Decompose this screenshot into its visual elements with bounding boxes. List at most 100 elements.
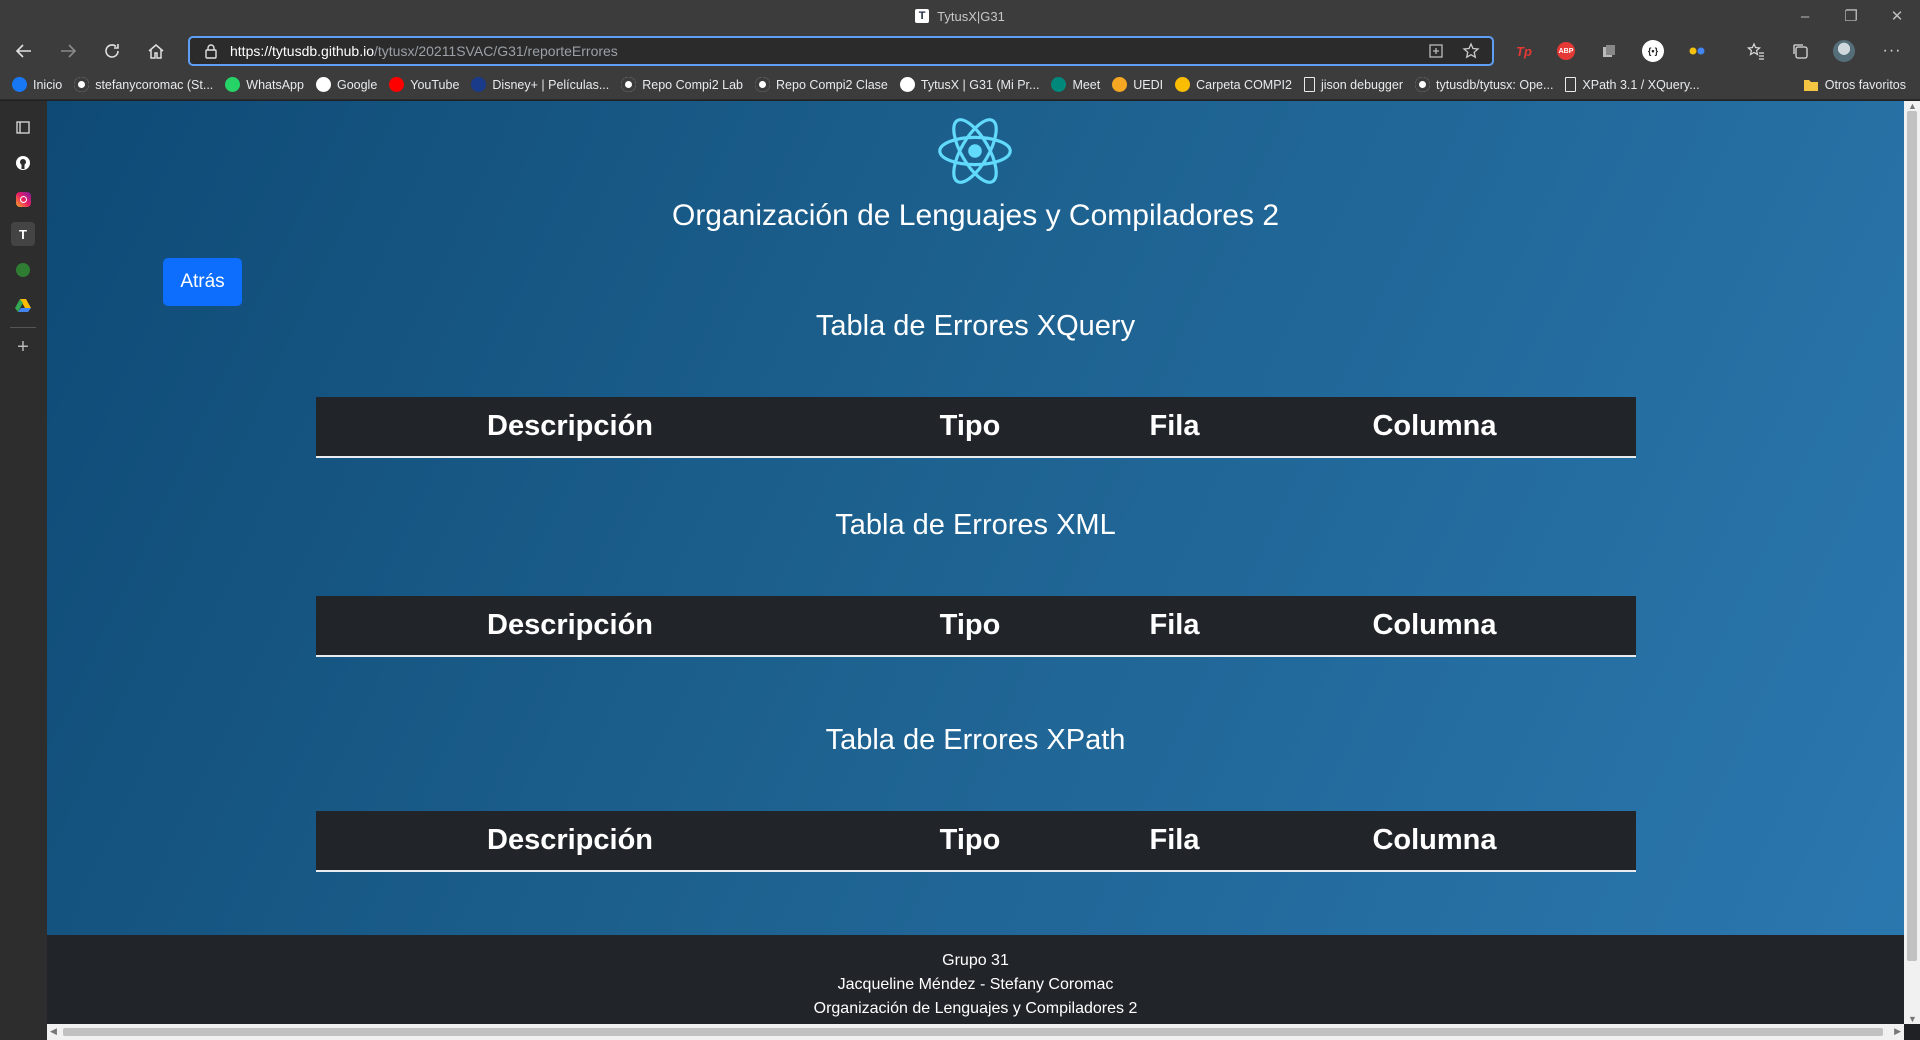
- scroll-right-icon[interactable]: ▶: [1894, 1026, 1901, 1037]
- bookmark-item[interactable]: Disney+ | Películas...: [471, 77, 609, 92]
- footer-course: Organización de Lenguajes y Compiladores…: [813, 1000, 1138, 1017]
- table-header-row: Descripción Tipo Fila Columna: [316, 397, 1636, 457]
- add-favorite-star-icon[interactable]: [1462, 42, 1480, 60]
- drive-icon: [1175, 77, 1191, 92]
- extension-json-icon[interactable]: {•}: [1641, 40, 1665, 62]
- column-header-descripcion: Descripción: [487, 609, 653, 641]
- bookmark-label: Repo Compi2 Lab: [642, 77, 744, 92]
- bookmark-label: stefanycoromac (St...: [95, 77, 214, 92]
- whatsapp-icon: [225, 77, 241, 92]
- forward-nav-button[interactable]: [48, 35, 88, 67]
- sidebar-tytus-icon[interactable]: T: [11, 222, 35, 246]
- app-available-icon[interactable]: [1428, 43, 1444, 59]
- column-header-columna: Columna: [1372, 410, 1497, 442]
- arrow-left-icon: [15, 44, 31, 58]
- bookmark-label: Carpeta COMPI2: [1196, 77, 1292, 92]
- url-path: /tytusx/20211SVAC/G31/reporteErrores: [373, 43, 618, 59]
- window-title: TytusX|G31: [937, 8, 1005, 24]
- home-button[interactable]: [136, 35, 176, 67]
- bookmark-item[interactable]: stefanycoromac (St...: [74, 77, 213, 92]
- reload-icon: [105, 44, 119, 58]
- profile-avatar[interactable]: [1832, 40, 1856, 62]
- bookmark-item[interactable]: XPath 3.1 / XQuery...: [1565, 77, 1700, 92]
- browser-toolbar: https://tytusdb.github.io/tytusx/20211SV…: [0, 32, 1920, 70]
- xml-errors-table: Descripción Tipo Fila Columna: [316, 596, 1636, 657]
- bookmark-item[interactable]: Repo Compi2 Lab: [621, 77, 743, 92]
- vertical-scrollbar[interactable]: ▲ ▼: [1904, 101, 1920, 1024]
- bookmark-item[interactable]: UEDI: [1112, 77, 1163, 92]
- collections-icon[interactable]: [1788, 40, 1812, 62]
- lock-icon: [205, 44, 217, 59]
- bookmark-label: Google: [336, 77, 378, 92]
- back-button[interactable]: Atrás: [163, 258, 242, 306]
- restore-button[interactable]: ❐: [1828, 0, 1874, 32]
- bookmark-label: Disney+ | Películas...: [492, 77, 610, 92]
- github-icon: [755, 77, 771, 92]
- bookmark-item[interactable]: Google: [315, 77, 378, 92]
- bookmark-label: WhatsApp: [246, 77, 304, 92]
- bookmark-item[interactable]: WhatsApp: [225, 77, 304, 92]
- extension-copy-icon[interactable]: [1597, 40, 1621, 62]
- sidebar-drive-icon[interactable]: [11, 293, 35, 317]
- page-icon: [1303, 77, 1315, 92]
- bookmark-item[interactable]: Meet: [1051, 77, 1100, 92]
- xquery-table-title: Tabla de Errores XQuery: [815, 310, 1136, 342]
- url-host: https://tytusdb.github.io: [230, 43, 374, 59]
- bookmark-item[interactable]: jison debugger: [1303, 77, 1403, 92]
- home-icon: [148, 44, 164, 59]
- bookmark-label: Repo Compi2 Clase: [776, 77, 888, 92]
- edge-sidebar: T +: [0, 101, 47, 1040]
- page-viewport: Organización de Lenguajes y Compiladores…: [47, 101, 1904, 1024]
- reload-button[interactable]: [92, 35, 132, 67]
- arrow-right-icon: [61, 44, 77, 58]
- google-icon: [315, 77, 331, 92]
- sidebar-whatsapp-icon[interactable]: [11, 258, 35, 282]
- close-window-button[interactable]: ✕: [1874, 0, 1920, 32]
- xml-table-title: Tabla de Errores XML: [835, 509, 1116, 541]
- window-title-bar: T TytusX|G31 – ❐ ✕: [0, 0, 1920, 32]
- horizontal-scroll-thumb[interactable]: [63, 1028, 1883, 1036]
- horizontal-scrollbar[interactable]: ◀ ▶: [47, 1024, 1904, 1040]
- xquery-errors-table: Descripción Tipo Fila Columna: [316, 397, 1636, 458]
- back-nav-button[interactable]: [4, 35, 44, 67]
- column-header-fila: Fila: [1149, 410, 1200, 442]
- minimize-button[interactable]: –: [1782, 0, 1828, 32]
- tab-favicon-icon: T: [915, 9, 930, 23]
- bookmark-item[interactable]: Inicio: [12, 77, 62, 92]
- sidebar-github-icon[interactable]: [11, 151, 35, 175]
- adblock-plus-icon[interactable]: ABP: [1554, 40, 1578, 62]
- scroll-up-icon[interactable]: ▲: [1908, 101, 1917, 111]
- favorites-icon[interactable]: [1744, 40, 1768, 62]
- column-header-fila: Fila: [1149, 609, 1200, 641]
- address-bar[interactable]: https://tytusdb.github.io/tytusx/20211SV…: [188, 36, 1494, 66]
- extension-glasses-icon[interactable]: [1685, 40, 1709, 62]
- other-favorites[interactable]: Otros favoritos: [1803, 70, 1906, 100]
- column-header-tipo: Tipo: [939, 410, 1001, 442]
- react-logo-icon: [938, 118, 1012, 184]
- bookmark-label: YouTube: [410, 77, 460, 92]
- vertical-scroll-thumb[interactable]: [1907, 111, 1917, 961]
- bookmark-item[interactable]: TytusX | G31 (Mi Pr...: [899, 77, 1039, 92]
- sidebar-instagram-icon[interactable]: [11, 187, 35, 211]
- scroll-down-icon[interactable]: ▼: [1908, 1014, 1917, 1024]
- bookmark-item[interactable]: tytusdb/tytusx: Ope...: [1415, 77, 1553, 92]
- sidebar-add-icon[interactable]: +: [11, 335, 35, 359]
- github-icon: [621, 77, 637, 92]
- table-header-row: Descripción Tipo Fila Columna: [316, 811, 1636, 871]
- tab-actions-icon[interactable]: [11, 115, 35, 139]
- folder-icon: [1803, 80, 1818, 91]
- column-header-fila: Fila: [1149, 824, 1200, 856]
- sidebar-divider: [10, 327, 36, 328]
- bookmark-label: XPath 3.1 / XQuery...: [1582, 77, 1700, 92]
- extension-tp-icon[interactable]: Tp: [1512, 40, 1536, 62]
- bookmarks-bar: Inicio stefanycoromac (St... WhatsApp Googl…: [0, 70, 1920, 100]
- footer-authors: Jacqueline Méndez - Stefany Coromac: [837, 976, 1114, 993]
- xpath-table-title: Tabla de Errores XPath: [825, 724, 1126, 756]
- settings-more-icon[interactable]: ···: [1880, 40, 1904, 62]
- bookmark-item[interactable]: YouTube: [389, 77, 459, 92]
- bookmark-item[interactable]: Carpeta COMPI2: [1175, 77, 1292, 92]
- scroll-left-icon[interactable]: ◀: [50, 1026, 57, 1037]
- table-header-row: Descripción Tipo Fila Columna: [316, 596, 1636, 656]
- bookmark-item[interactable]: Repo Compi2 Clase: [755, 77, 888, 92]
- column-header-tipo: Tipo: [939, 824, 1001, 856]
